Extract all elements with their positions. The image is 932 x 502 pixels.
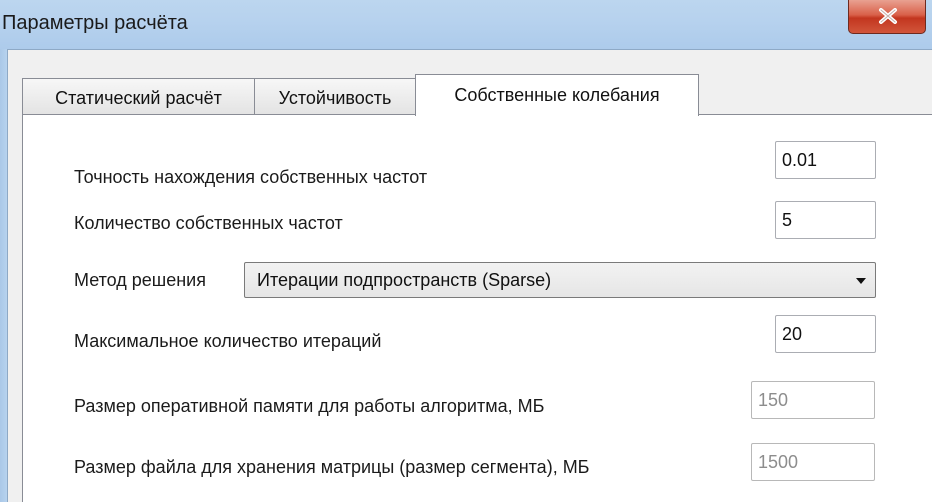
max-iterations-field[interactable]: 20 bbox=[775, 315, 876, 353]
accuracy-field[interactable]: 0.01 bbox=[775, 141, 876, 179]
method-selected-value: Итерации подпространств (Sparse) bbox=[257, 270, 552, 290]
tab-label: Собственные колебания bbox=[454, 85, 660, 105]
method-dropdown[interactable]: Итерации подпространств (Sparse) bbox=[244, 262, 876, 298]
tab-static-analysis[interactable]: Статический расчёт bbox=[22, 78, 255, 115]
file-size-field[interactable]: 1500 bbox=[751, 443, 875, 481]
chevron-down-icon bbox=[856, 278, 866, 284]
accuracy-value: 0.01 bbox=[782, 150, 818, 170]
frequency-count-field[interactable]: 5 bbox=[775, 201, 876, 239]
close-icon bbox=[879, 8, 897, 24]
accuracy-label: Точность нахождения собственных частот bbox=[74, 167, 428, 187]
tab-natural-vibrations[interactable]: Собственные колебания bbox=[415, 74, 699, 116]
close-button[interactable] bbox=[848, 0, 926, 34]
tab-label: Устойчивость bbox=[278, 88, 392, 108]
file-size-value: 1500 bbox=[758, 452, 799, 472]
max-iterations-label: Максимальное количество итераций bbox=[74, 331, 382, 351]
memory-size-field[interactable]: 150 bbox=[751, 381, 875, 419]
method-label: Метод решения bbox=[74, 270, 206, 290]
window-title: Параметры расчёта bbox=[2, 12, 188, 34]
frequency-count-label: Количество собственных частот bbox=[74, 213, 343, 233]
tab-label: Статический расчёт bbox=[55, 88, 222, 108]
tab-stability[interactable]: Устойчивость bbox=[254, 78, 416, 115]
title-bar[interactable]: Параметры расчёта bbox=[0, 0, 932, 49]
max-iterations-value: 20 bbox=[782, 324, 803, 344]
frequency-count-value: 5 bbox=[782, 210, 793, 230]
memory-size-label: Размер оперативной памяти для работы алг… bbox=[74, 396, 545, 416]
file-size-label: Размер файла для хранения матрицы (разме… bbox=[74, 457, 590, 477]
memory-size-value: 150 bbox=[758, 390, 789, 410]
